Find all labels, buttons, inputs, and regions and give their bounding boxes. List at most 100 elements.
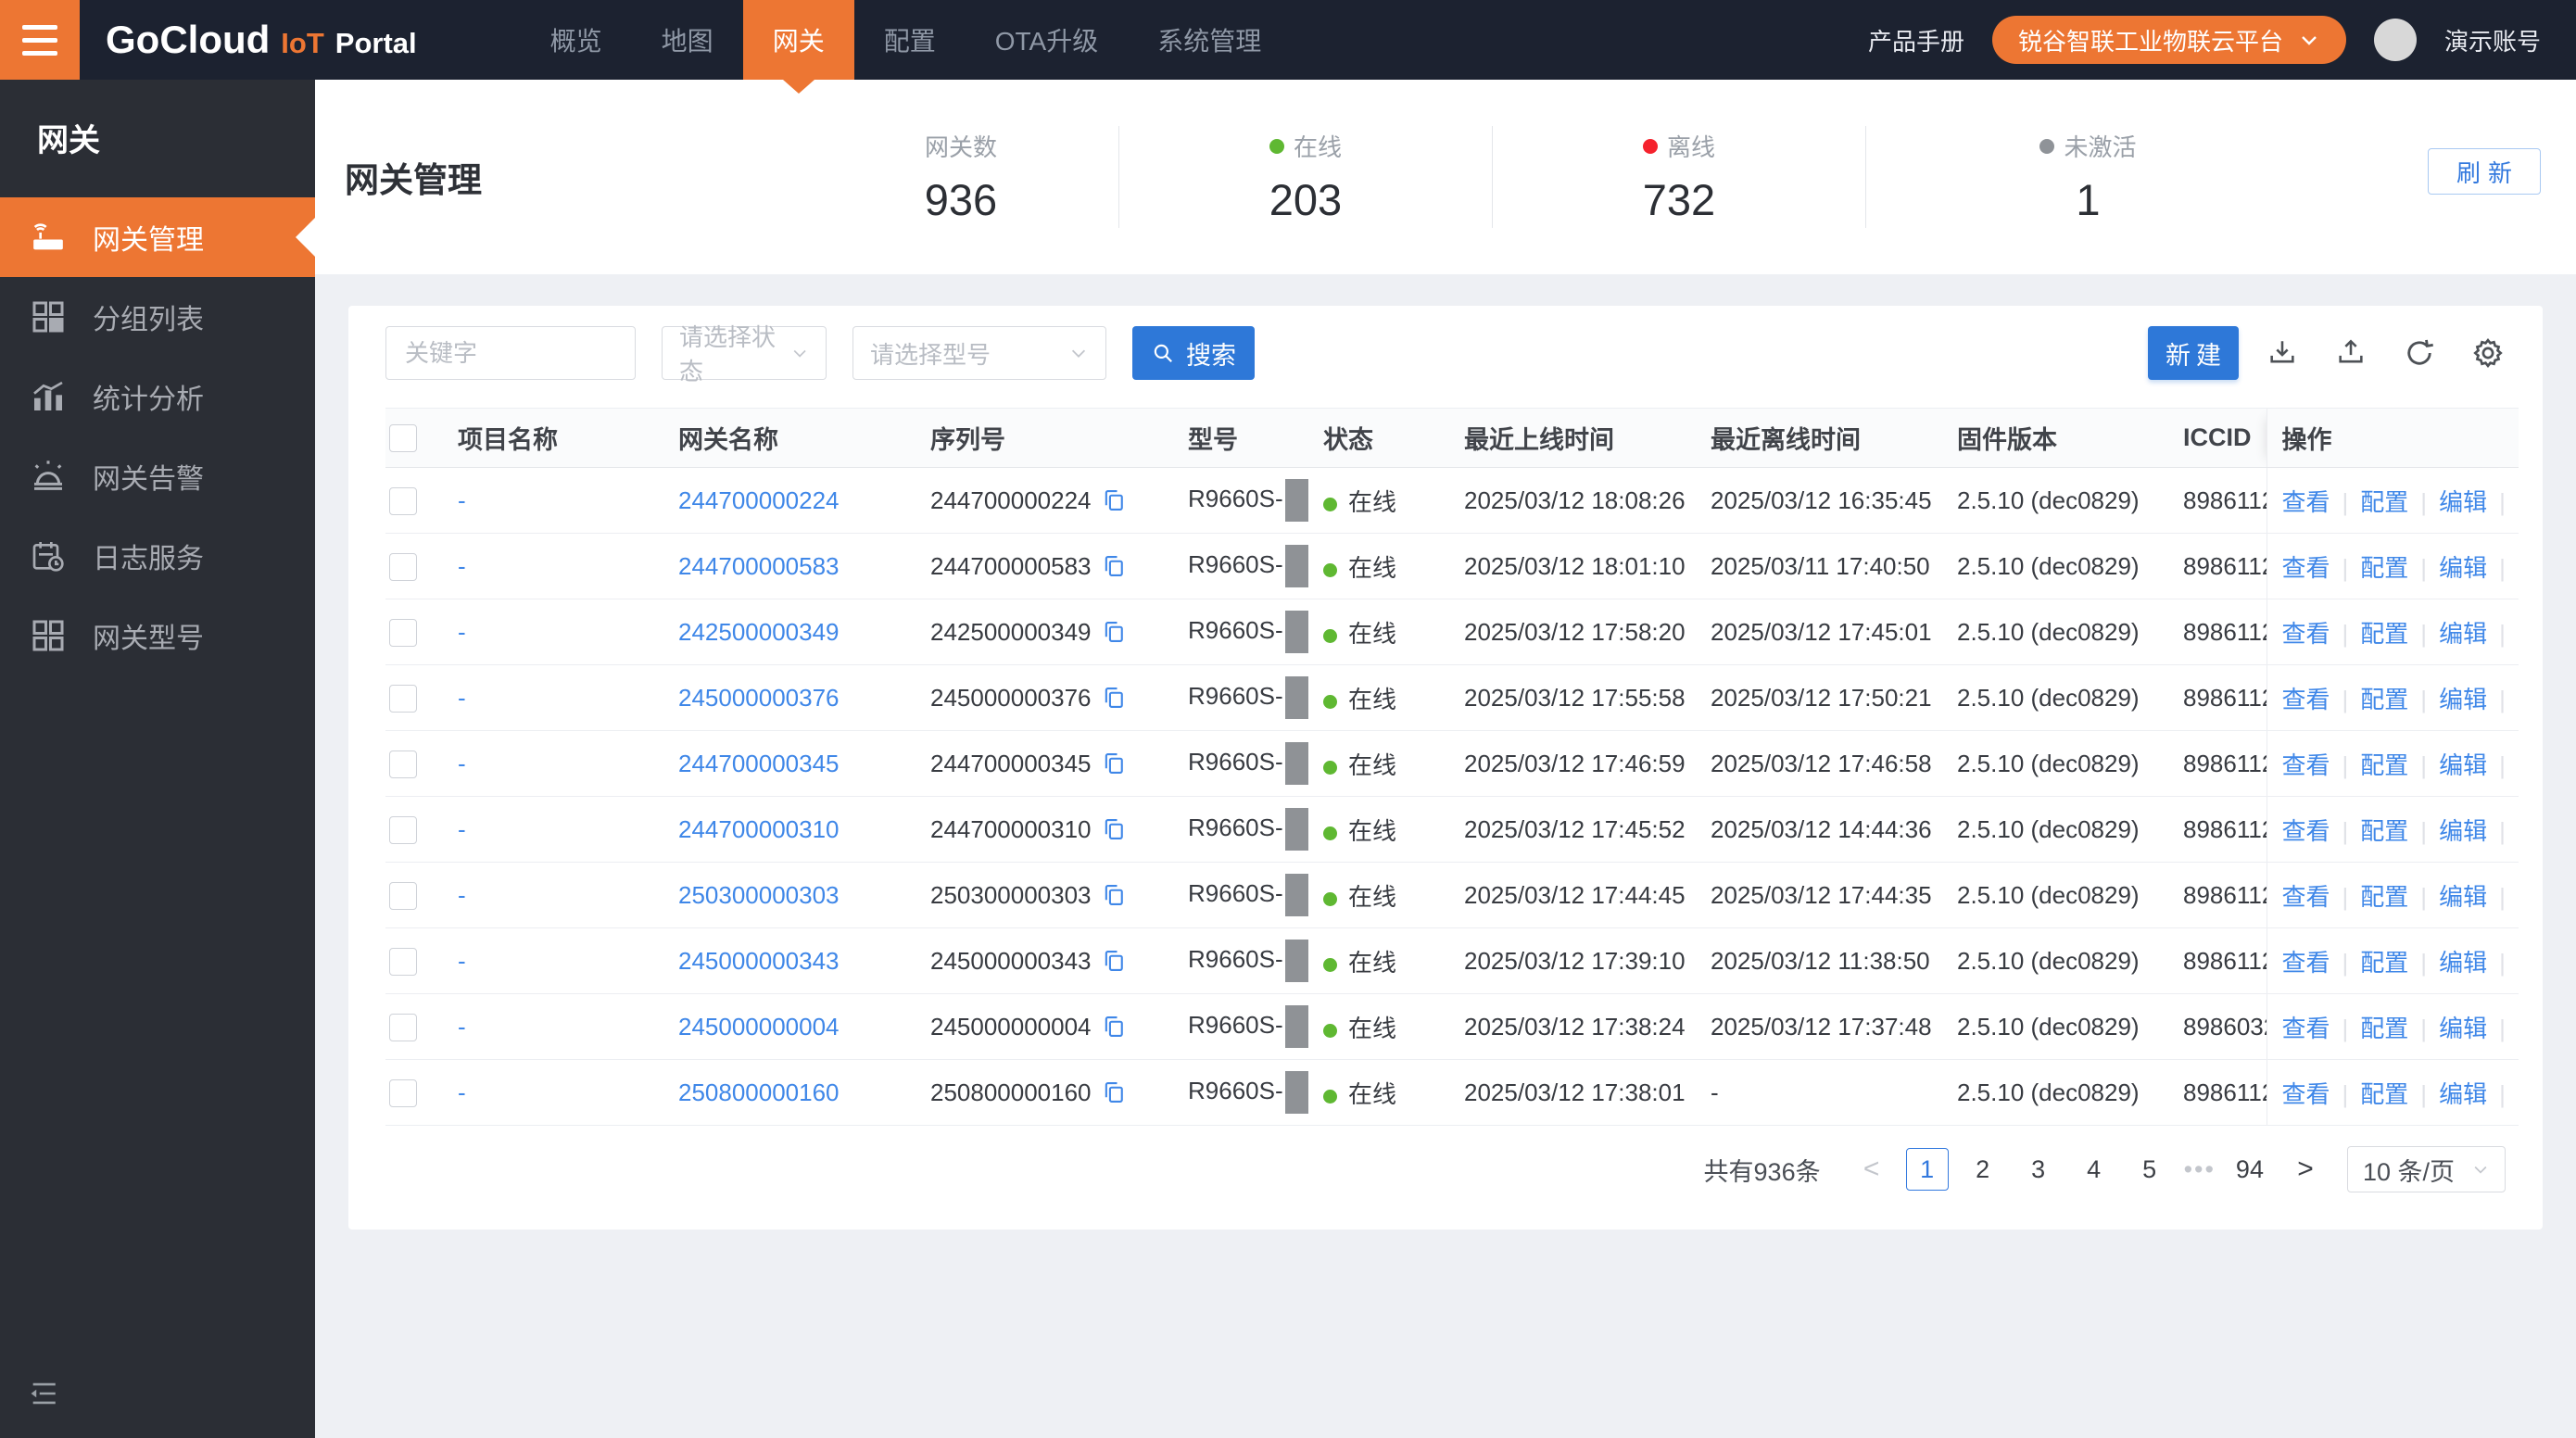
config-action[interactable]: 配置 <box>2360 554 2408 582</box>
row-checkbox[interactable] <box>389 619 417 648</box>
sidebar-collapse-button[interactable] <box>28 1378 59 1414</box>
gateway-name-link[interactable]: 245000000004 <box>678 1013 840 1041</box>
tab-map[interactable]: 地图 <box>632 0 743 80</box>
gateway-name-link[interactable]: 244700000583 <box>678 552 840 580</box>
search-button[interactable]: 搜索 <box>1132 326 1255 380</box>
export-button[interactable] <box>2333 335 2368 371</box>
gateway-name-link[interactable]: 244700000310 <box>678 815 840 843</box>
edit-action[interactable]: 编辑 <box>2439 1015 2487 1042</box>
copy-icon[interactable] <box>1101 816 1127 842</box>
hamburger-menu-button[interactable] <box>0 0 80 80</box>
sidebar-item-gateway-alarm[interactable]: 网关告警 <box>0 436 315 516</box>
create-button[interactable]: 新建 <box>2148 326 2239 380</box>
copy-icon[interactable] <box>1101 685 1127 711</box>
pagination-page-3[interactable]: 3 <box>2017 1148 2060 1191</box>
edit-action[interactable]: 编辑 <box>2439 686 2487 713</box>
pagination-page-4[interactable]: 4 <box>2073 1148 2115 1191</box>
pagination-next[interactable]: > <box>2284 1148 2327 1191</box>
table-settings-button[interactable] <box>2470 335 2506 371</box>
copy-icon[interactable] <box>1101 1079 1127 1105</box>
more-actions[interactable]: ··· <box>2518 620 2519 648</box>
view-action[interactable]: 查看 <box>2282 488 2330 516</box>
pagination-page-2[interactable]: 2 <box>1962 1148 2004 1191</box>
edit-action[interactable]: 编辑 <box>2439 620 2487 648</box>
more-actions[interactable]: ··· <box>2518 751 2519 779</box>
pagination-page-1[interactable]: 1 <box>1905 1148 1949 1191</box>
config-action[interactable]: 配置 <box>2360 1080 2408 1108</box>
edit-action[interactable]: 编辑 <box>2439 751 2487 779</box>
edit-action[interactable]: 编辑 <box>2439 488 2487 516</box>
tab-overview[interactable]: 概览 <box>521 0 632 80</box>
tab-ota-upgrade[interactable]: OTA升级 <box>966 0 1128 80</box>
gateway-name-link[interactable]: 242500000349 <box>678 618 840 646</box>
sidebar-item-gateway-model[interactable]: 网关型号 <box>0 596 315 675</box>
more-actions[interactable]: ··· <box>2518 883 2519 911</box>
config-action[interactable]: 配置 <box>2360 620 2408 648</box>
copy-icon[interactable] <box>1101 1014 1127 1040</box>
view-action[interactable]: 查看 <box>2282 620 2330 648</box>
edit-action[interactable]: 编辑 <box>2439 883 2487 911</box>
pagination-ellipsis[interactable]: ••• <box>2184 1155 2216 1184</box>
sidebar-item-log-service[interactable]: 日志服务 <box>0 516 315 596</box>
keyword-input[interactable] <box>385 326 636 380</box>
account-name[interactable]: 演示账号 <box>2444 23 2541 57</box>
row-checkbox[interactable] <box>389 553 417 582</box>
row-checkbox[interactable] <box>389 948 417 977</box>
more-actions[interactable]: ··· <box>2518 1015 2519 1042</box>
more-actions[interactable]: ··· <box>2518 686 2519 713</box>
view-action[interactable]: 查看 <box>2282 1015 2330 1042</box>
view-action[interactable]: 查看 <box>2282 1080 2330 1108</box>
tab-config[interactable]: 配置 <box>854 0 966 80</box>
gateway-name-link[interactable]: 244700000224 <box>678 486 840 514</box>
copy-icon[interactable] <box>1101 882 1127 908</box>
row-checkbox[interactable] <box>389 487 417 516</box>
row-checkbox[interactable] <box>389 1014 417 1042</box>
config-action[interactable]: 配置 <box>2360 1015 2408 1042</box>
row-checkbox[interactable] <box>389 685 417 713</box>
config-action[interactable]: 配置 <box>2360 883 2408 911</box>
product-manual-link[interactable]: 产品手册 <box>1868 23 1964 57</box>
gateway-name-link[interactable]: 250800000160 <box>678 1078 840 1106</box>
copy-icon[interactable] <box>1101 948 1127 974</box>
pagination-page-last[interactable]: 94 <box>2229 1148 2271 1191</box>
gateway-name-link[interactable]: 244700000345 <box>678 750 840 777</box>
view-action[interactable]: 查看 <box>2282 883 2330 911</box>
config-action[interactable]: 配置 <box>2360 949 2408 977</box>
model-select[interactable]: 请选择型号 <box>852 326 1106 380</box>
copy-icon[interactable] <box>1101 553 1127 579</box>
row-checkbox[interactable] <box>389 751 417 779</box>
more-actions[interactable]: ··· <box>2518 488 2519 516</box>
reload-table-button[interactable] <box>2402 335 2437 371</box>
page-size-select[interactable]: 10 条/页 <box>2346 1146 2506 1192</box>
tab-gateway[interactable]: 网关 <box>742 0 854 80</box>
copy-icon[interactable] <box>1101 487 1127 513</box>
platform-selector-dropdown[interactable]: 锐谷智联工业物联云平台 <box>1991 16 2346 64</box>
row-checkbox[interactable] <box>389 1079 417 1108</box>
pagination-page-5[interactable]: 5 <box>2128 1148 2171 1191</box>
config-action[interactable]: 配置 <box>2360 817 2408 845</box>
row-checkbox[interactable] <box>389 816 417 845</box>
gateway-name-link[interactable]: 245000000343 <box>678 947 840 975</box>
refresh-button[interactable]: 刷新 <box>2427 148 2541 195</box>
gateway-name-link[interactable]: 245000000376 <box>678 684 840 712</box>
copy-icon[interactable] <box>1101 619 1127 645</box>
more-actions[interactable]: ··· <box>2518 949 2519 977</box>
view-action[interactable]: 查看 <box>2282 751 2330 779</box>
status-select[interactable]: 请选择状态 <box>662 323 827 385</box>
config-action[interactable]: 配置 <box>2360 488 2408 516</box>
sidebar-item-gateway-management[interactable]: 网关管理 <box>0 197 315 277</box>
edit-action[interactable]: 编辑 <box>2439 1080 2487 1108</box>
more-actions[interactable]: ··· <box>2518 817 2519 845</box>
row-checkbox[interactable] <box>389 882 417 911</box>
more-actions[interactable]: ··· <box>2518 554 2519 582</box>
more-actions[interactable]: ··· <box>2518 1080 2519 1108</box>
gateway-name-link[interactable]: 250300000303 <box>678 881 840 909</box>
edit-action[interactable]: 编辑 <box>2439 554 2487 582</box>
select-all-checkbox[interactable] <box>389 424 417 453</box>
import-button[interactable] <box>2265 335 2300 371</box>
view-action[interactable]: 查看 <box>2282 554 2330 582</box>
copy-icon[interactable] <box>1101 751 1127 776</box>
view-action[interactable]: 查看 <box>2282 949 2330 977</box>
pagination-prev[interactable]: < <box>1850 1148 1893 1191</box>
config-action[interactable]: 配置 <box>2360 686 2408 713</box>
